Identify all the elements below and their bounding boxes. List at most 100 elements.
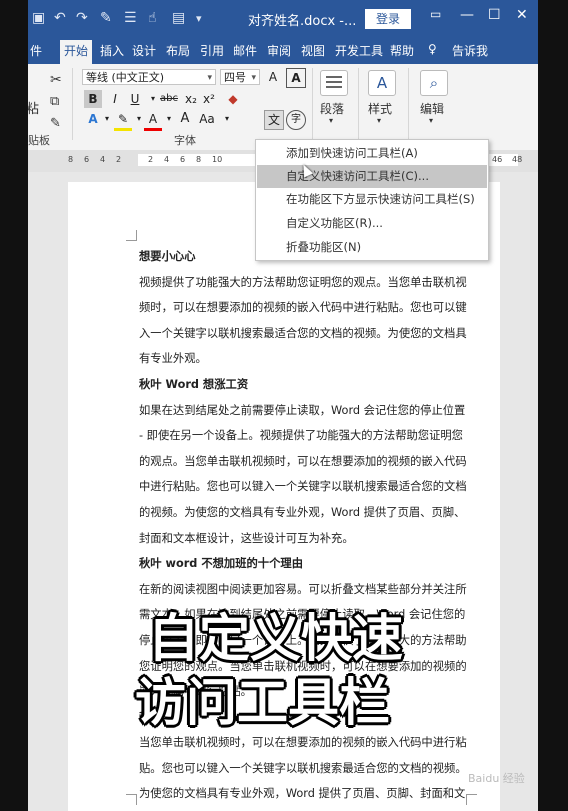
tab-developer[interactable]: 开发工具 xyxy=(335,42,383,59)
document-heading: 秋叶 word 不想加班的十个理由 xyxy=(139,557,303,571)
tab-references[interactable]: 引用 xyxy=(200,42,224,59)
cut-icon[interactable]: ✂ xyxy=(50,72,62,88)
enclose-char-button[interactable]: 字 xyxy=(286,110,306,130)
paragraph-button[interactable]: 段落 xyxy=(320,100,344,117)
title-bar: ▣ ↶ ↷ ✎ ☰ ☝ ▤ ▾ 对齐姓名.docx -... 登录 ▭ — ☐ … xyxy=(28,0,538,38)
redo-icon[interactable]: ↷ xyxy=(76,10,88,26)
paste-button[interactable]: 粘 xyxy=(28,98,39,117)
chevron-down-icon[interactable]: ▾ xyxy=(377,116,381,125)
divider xyxy=(408,68,409,140)
clear-format-icon[interactable]: ◆ xyxy=(224,90,242,108)
shrink-font-button[interactable]: A xyxy=(176,110,194,128)
document-line: 中进行粘贴。您也可以键入一个关键字以联机搜索最适合您的文档 xyxy=(139,480,467,494)
tab-mailings[interactable]: 邮件 xyxy=(233,42,257,59)
ruler-number: 2 xyxy=(148,155,154,164)
change-case-button[interactable]: Aa xyxy=(196,110,218,128)
document-line: 为使您的文档具有专业外观，Word 提供了页眉、页脚、封面和文 xyxy=(139,787,466,801)
copy-icon[interactable]: ⧉ xyxy=(50,94,59,109)
caption-line-1: 自定义快速 xyxy=(148,610,404,669)
tab-review[interactable]: 审阅 xyxy=(267,42,291,59)
margin-mark xyxy=(126,794,137,805)
document-line: 的观点。当您单击联机视频时，可以在想要添加的视频的嵌入代码 xyxy=(139,454,467,468)
chevron-down-icon: ▾ xyxy=(251,73,256,83)
chevron-down-icon: ▾ xyxy=(207,73,212,83)
document-line: 如果在达到结尾处之前需要停止读取，Word 会记住您的停止位置 xyxy=(139,403,466,417)
superscript-button[interactable]: x² xyxy=(200,90,218,108)
divider xyxy=(358,68,359,140)
ruler-number: 4 xyxy=(164,155,170,164)
ruler-number: 48 xyxy=(512,155,523,164)
search-icon[interactable]: ⌕ xyxy=(420,70,448,96)
tell-me-box[interactable]: 告诉我 xyxy=(452,42,488,59)
char-border-button[interactable]: A xyxy=(286,68,306,88)
tab-insert[interactable]: 插入 xyxy=(100,42,124,59)
ruler-number: 8 xyxy=(68,155,74,164)
italic-button[interactable]: I xyxy=(106,90,124,108)
tab-view[interactable]: 视图 xyxy=(301,42,325,59)
ruler-number: 8 xyxy=(196,155,202,164)
font-name-select[interactable]: 等线 (中文正文) ▾ xyxy=(82,69,216,85)
chevron-down-icon[interactable]: ▾ xyxy=(429,116,433,125)
tab-layout[interactable]: 布局 xyxy=(166,42,190,59)
watermark: Baidu 经验 xyxy=(468,772,525,785)
divider xyxy=(72,68,73,140)
document-line: 当您单击联机视频时，可以在想要添加的视频的嵌入代码中进行粘 xyxy=(139,736,467,750)
lightbulb-icon[interactable]: ♀ xyxy=(428,42,437,56)
customize-qat-icon[interactable]: ▾ xyxy=(196,12,202,25)
save-icon[interactable]: ▣ xyxy=(32,10,45,26)
undo-icon[interactable]: ↶ xyxy=(54,10,66,26)
clipboard-group-label: 贴板 xyxy=(28,134,50,147)
ruler-number: 6 xyxy=(84,155,90,164)
divider xyxy=(312,68,313,140)
underline-button[interactable]: U xyxy=(126,90,144,108)
menu-item-collapse-ribbon[interactable]: 折叠功能区(N) xyxy=(257,236,487,259)
touch-mode-icon[interactable]: ☝ xyxy=(148,10,157,26)
menu-item-customize-qat[interactable]: 自定义快速访问工具栏(C)... xyxy=(257,165,487,188)
bold-button[interactable]: B xyxy=(84,90,102,108)
format-painter-icon[interactable]: ✎ xyxy=(100,10,112,26)
close-icon[interactable]: ✕ xyxy=(516,7,528,23)
editing-button[interactable]: 编辑 xyxy=(420,100,444,117)
ruler-number: 46 xyxy=(492,155,503,164)
subscript-button[interactable]: x₂ xyxy=(182,90,200,108)
document-line: 在新的阅读视图中阅读更加容易。可以折叠文档某些部分并关注所 xyxy=(139,582,467,596)
styles-icon[interactable]: A xyxy=(368,70,396,96)
document-title: 对齐姓名.docx -... xyxy=(248,14,357,29)
chevron-down-icon[interactable]: ▾ xyxy=(329,116,333,125)
margin-mark xyxy=(126,230,137,241)
maximize-icon[interactable]: ☐ xyxy=(488,7,501,23)
ruler-number: 6 xyxy=(180,155,186,164)
tab-file[interactable]: 件 xyxy=(30,42,42,59)
grow-font-button[interactable]: A xyxy=(264,68,282,86)
styles-button[interactable]: 样式 xyxy=(368,100,392,117)
new-doc-icon[interactable]: ▤ xyxy=(172,10,185,26)
document-line: - 即使在另一个设备上。视频提供了功能强大的方法帮助您证明您 xyxy=(139,429,463,443)
context-menu: 添加到快速访问工具栏(A) 自定义快速访问工具栏(C)... 在功能区下方显示快… xyxy=(255,139,489,261)
strikethrough-button[interactable]: abc xyxy=(158,90,180,108)
list-icon[interactable]: ☰ xyxy=(124,10,137,26)
caption-line-2: 访问工具栏 xyxy=(135,674,391,733)
ribbon: ✂ 粘 ⧉ ✎ 贴板 等线 (中文正文) ▾ 四号 ▾ A A B I U ▾ ab… xyxy=(28,64,538,151)
minimize-icon[interactable]: — xyxy=(460,7,474,23)
tab-design[interactable]: 设计 xyxy=(132,42,156,59)
document-line: 视频提供了功能强大的方法帮助您证明您的观点。当您单击联机视 xyxy=(139,275,467,289)
tab-home[interactable]: 开始 xyxy=(60,40,93,64)
document-line: 入一个关键字以联机搜索最适合您的文档的视频。为使您的文档具 xyxy=(139,326,467,340)
font-size-select[interactable]: 四号 ▾ xyxy=(220,69,260,85)
char-shading-button[interactable]: 文 xyxy=(264,110,284,130)
document-line: 贴。您也可以键入一个关键字以联机搜索最适合您的文档的视频。 xyxy=(139,761,467,775)
document-line: 有专业外观。 xyxy=(139,352,207,366)
menu-item-add-to-qat[interactable]: 添加到快速访问工具栏(A) xyxy=(257,142,487,165)
ribbon-display-icon[interactable]: ▭ xyxy=(430,7,441,21)
document-heading: 秋叶 Word 想涨工资 xyxy=(139,377,249,391)
tab-help[interactable]: 帮助 xyxy=(390,42,414,59)
format-painter-brush-icon[interactable]: ✎ xyxy=(50,116,61,131)
menu-item-customize-ribbon[interactable]: 自定义功能区(R)... xyxy=(257,212,487,235)
chevron-down-icon[interactable]: ▾ xyxy=(218,110,236,128)
menu-item-show-qat-below[interactable]: 在功能区下方显示快速访问工具栏(S) xyxy=(257,188,487,211)
ruler-number: 2 xyxy=(116,155,122,164)
font-group-label: 字体 xyxy=(174,134,196,147)
paragraph-icon[interactable] xyxy=(320,70,348,96)
document-line: 频时，可以在想要添加的视频的嵌入代码中进行粘贴。您也可以键 xyxy=(139,301,467,315)
login-button[interactable]: 登录 xyxy=(365,9,411,29)
